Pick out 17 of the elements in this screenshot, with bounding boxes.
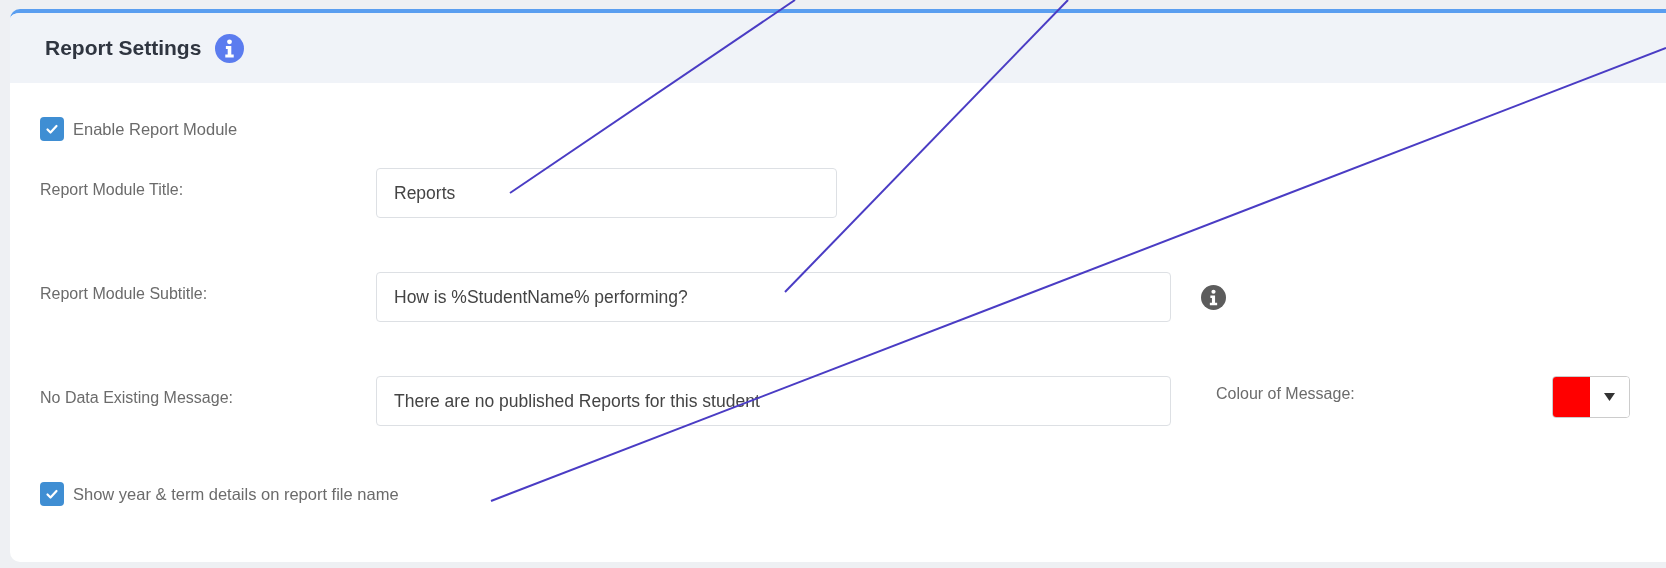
- field-label: Report Module Title:: [40, 179, 185, 200]
- panel-title: Report Settings: [45, 35, 202, 62]
- checkbox[interactable]: [40, 482, 64, 507]
- info-icon[interactable]: [215, 33, 245, 63]
- text-field[interactable]: Reports: [376, 167, 837, 218]
- checkbox-label: Show year & term details on report file name: [73, 483, 399, 505]
- check-icon: [45, 487, 59, 502]
- checkbox[interactable]: [40, 117, 64, 142]
- checkbox-label: Enable Report Module: [73, 119, 238, 140]
- field-label: Report Module Subtitle:: [40, 283, 209, 304]
- caret-icon: [1604, 392, 1615, 401]
- colour-label: Colour of Message:: [1216, 383, 1356, 404]
- check-icon: [45, 122, 59, 137]
- info-icon[interactable]: [1201, 284, 1226, 310]
- text-field[interactable]: How is %StudentName% performing?: [376, 271, 1171, 322]
- colour-picker[interactable]: [1552, 375, 1630, 418]
- field-label: No Data Existing Message:: [40, 387, 234, 408]
